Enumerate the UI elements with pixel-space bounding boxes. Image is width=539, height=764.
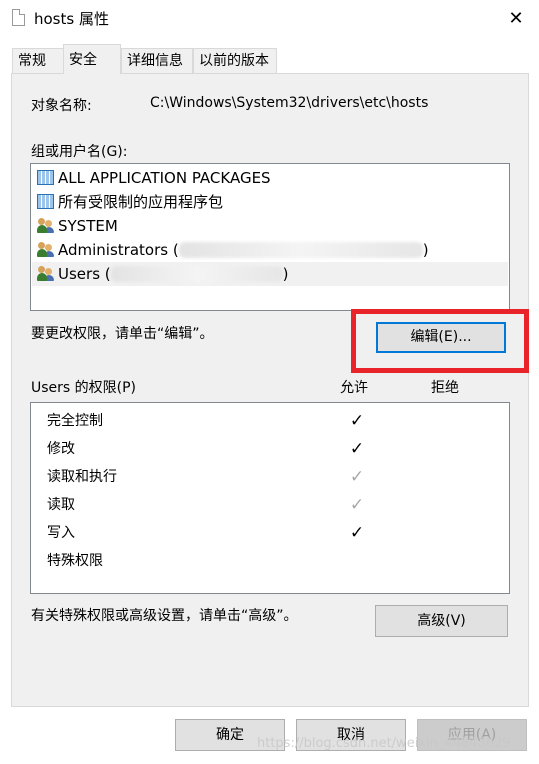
permission-name: 特殊权限 <box>47 553 103 569</box>
group-list-label: 组或用户名(G): <box>31 144 128 160</box>
file-icon <box>12 9 25 26</box>
object-name-label: 对象名称: <box>31 98 92 114</box>
check-icon: ✓ <box>349 467 365 487</box>
users-icon <box>37 266 54 281</box>
advanced-hint: 有关特殊权限或高级设置，请单击“高级”。 <box>31 608 298 624</box>
deny-column-header: 拒绝 <box>431 380 459 396</box>
list-item-administrators[interactable]: Administrators () <box>37 238 429 262</box>
list-item-restricted-app-packages[interactable]: 所有受限制的应用程序包 <box>37 190 223 214</box>
list-item-all-app-packages[interactable]: ALL APPLICATION PACKAGES <box>37 166 271 190</box>
check-icon: ✓ <box>349 411 365 431</box>
list-item-suffix: ) <box>422 241 429 259</box>
check-icon: ✓ <box>349 495 365 515</box>
allow-column-header: 允许 <box>340 380 368 396</box>
check-icon: ✓ <box>349 523 365 543</box>
package-icon <box>37 170 54 185</box>
users-icon <box>37 218 54 233</box>
advanced-button[interactable]: 高级(V) <box>375 605 508 637</box>
permission-name: 修改 <box>47 441 75 457</box>
watermark-text: https://blog.csdn.net/weixin_44843629 <box>257 736 511 751</box>
permissions-label: Users 的权限(P) <box>31 380 137 396</box>
permission-name: 完全控制 <box>47 413 103 429</box>
change-permissions-hint: 要更改权限，请单击“编辑”。 <box>31 326 214 342</box>
permission-name: 读取和执行 <box>47 469 117 485</box>
users-icon <box>37 242 54 257</box>
list-item-label: 所有受限制的应用程序包 <box>58 193 224 211</box>
permissions-list: 完全控制 ✓ 修改 ✓ 读取和执行 ✓ 读取 ✓ 写入 ✓ 特殊权限 <box>30 402 510 594</box>
list-item-suffix: ) <box>282 265 289 283</box>
tab-general[interactable]: 常规 <box>12 48 64 73</box>
permission-name: 读取 <box>47 497 75 513</box>
tab-previous-versions[interactable]: 以前的版本 <box>193 48 277 73</box>
permission-name: 写入 <box>47 525 75 541</box>
window-title: hosts 属性 <box>34 10 109 28</box>
package-icon <box>37 194 54 209</box>
close-button[interactable]: ✕ <box>500 6 532 32</box>
redacted-text <box>178 242 423 258</box>
list-item-label: ALL APPLICATION PACKAGES <box>58 169 271 187</box>
redacted-text <box>110 266 283 282</box>
tab-security[interactable]: 安全 <box>63 44 121 74</box>
list-item-label: SYSTEM <box>58 217 118 235</box>
list-item-label: Administrators ( <box>58 241 179 259</box>
check-icon: ✓ <box>349 439 365 459</box>
object-name-value: C:\Windows\System32\drivers\etc\hosts <box>150 95 429 111</box>
group-user-list[interactable]: ALL APPLICATION PACKAGES 所有受限制的应用程序包 SYS… <box>30 163 510 311</box>
edit-button[interactable]: 编辑(E)... <box>376 322 506 353</box>
tab-details[interactable]: 详细信息 <box>121 48 193 73</box>
list-item-system[interactable]: SYSTEM <box>37 214 118 238</box>
list-item-label: Users ( <box>58 265 111 283</box>
list-item-users[interactable]: Users () <box>37 262 288 286</box>
